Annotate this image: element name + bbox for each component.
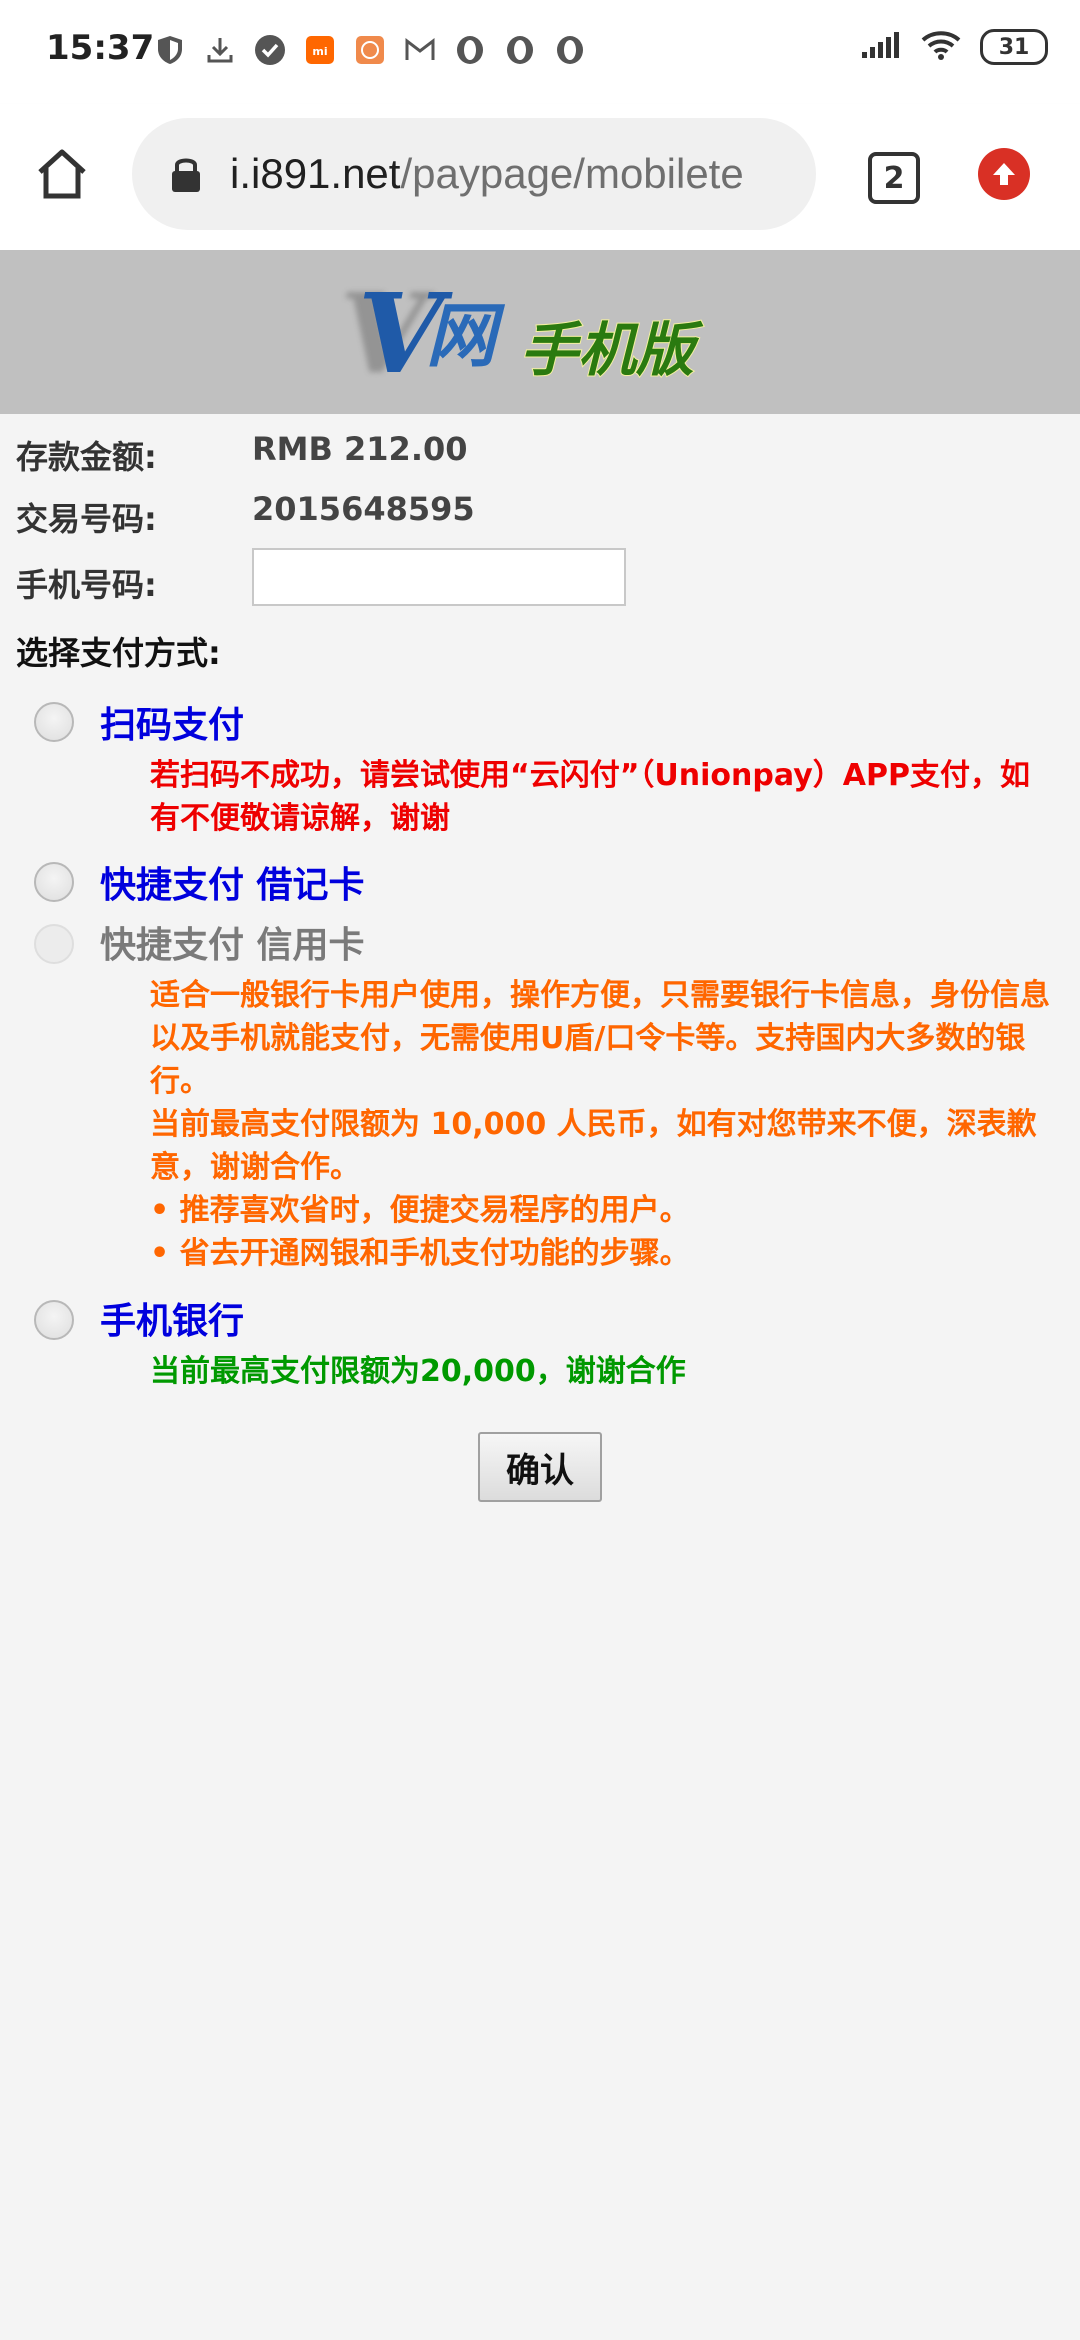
svg-text:mi: mi xyxy=(312,45,327,58)
battery-indicator: 31 xyxy=(980,29,1048,65)
option-quick-pay-credit-label[interactable]: 快捷支付 信用卡 xyxy=(100,916,365,968)
tab-switcher-button[interactable]: 2 xyxy=(868,152,920,204)
option-scan-pay-label[interactable]: 扫码支付 xyxy=(100,696,244,748)
radio-mobile-banking[interactable] xyxy=(34,1300,74,1340)
update-icon[interactable] xyxy=(978,148,1030,200)
site-logo: V V 网 手机版 xyxy=(340,269,705,398)
lock-icon xyxy=(168,154,204,194)
browser-toolbar: i.i891.net/paypage/mobilete 2 xyxy=(0,104,1080,250)
address-bar[interactable]: i.i891.net/paypage/mobilete xyxy=(132,118,816,230)
opera-icon xyxy=(502,32,538,68)
radio-quick-pay-credit[interactable] xyxy=(34,924,74,964)
amount-value: RMB 212.00 xyxy=(252,430,468,468)
confirm-button[interactable]: 确认 xyxy=(478,1432,602,1502)
option-quick-pay-debit-label[interactable]: 快捷支付 借记卡 xyxy=(100,856,365,908)
status-bar: 15:37 mi 31 xyxy=(0,0,1080,104)
quick-pay-credit-note: 适合一般银行卡用户使用，操作方便，只需要银行卡信息，身份信息以及手机就能支付，无… xyxy=(150,974,1070,1275)
mi-icon: mi xyxy=(302,32,338,68)
quick-pay-note-line: • 推荐喜欢省时，便捷交易程序的用户。 xyxy=(150,1193,690,1228)
quick-pay-note-line: 当前最高支付限额为 10,000 人民币，如有对您带来不便，深表歉意，谢谢合作。 xyxy=(150,1107,1037,1185)
mobile-banking-note: 当前最高支付限额为20,000，谢谢合作 xyxy=(150,1354,686,1389)
phone-number-label: 手机号码: xyxy=(16,566,157,604)
transaction-number-label: 交易号码: xyxy=(16,500,157,538)
quick-pay-note-line: 适合一般银行卡用户使用，操作方便，只需要银行卡信息，身份信息以及手机就能支付，无… xyxy=(150,978,1050,1099)
check-circle-icon xyxy=(252,32,288,68)
phone-number-input[interactable] xyxy=(252,548,626,606)
site-banner: V V 网 手机版 xyxy=(0,250,1080,414)
wifi-icon xyxy=(920,28,962,66)
url-text: i.i891.net/paypage/mobilete xyxy=(230,150,744,198)
transaction-number-value: 2015648595 xyxy=(252,490,475,528)
notification-icons: mi xyxy=(152,32,588,68)
app-icon xyxy=(352,32,388,68)
opera-icon xyxy=(452,32,488,68)
gmail-icon xyxy=(402,32,438,68)
home-icon[interactable] xyxy=(32,144,102,214)
option-mobile-banking-label[interactable]: 手机银行 xyxy=(100,1292,244,1344)
logo-text: 手机版 xyxy=(520,316,704,384)
quick-pay-note-line: • 省去开通网银和手机支付功能的步骤。 xyxy=(150,1236,690,1271)
payment-method-label: 选择支付方式: xyxy=(16,634,221,672)
scan-pay-note: 若扫码不成功，请尝试使用“云闪付”（Unionpay）APP支付，如有不便敬请谅… xyxy=(150,758,1030,836)
shield-icon xyxy=(152,32,188,68)
download-icon xyxy=(202,32,238,68)
status-right: 31 xyxy=(860,28,1048,66)
opera-icon xyxy=(552,32,588,68)
url-host: i.i891.net xyxy=(230,150,401,197)
amount-label: 存款金额: xyxy=(16,438,157,476)
svg-text:网: 网 xyxy=(426,295,506,377)
radio-scan-pay[interactable] xyxy=(34,702,74,742)
url-path: /paypage/mobilete xyxy=(400,150,744,197)
signal-icon xyxy=(860,30,902,64)
status-time: 15:37 xyxy=(46,28,155,68)
radio-quick-pay-debit[interactable] xyxy=(34,862,74,902)
